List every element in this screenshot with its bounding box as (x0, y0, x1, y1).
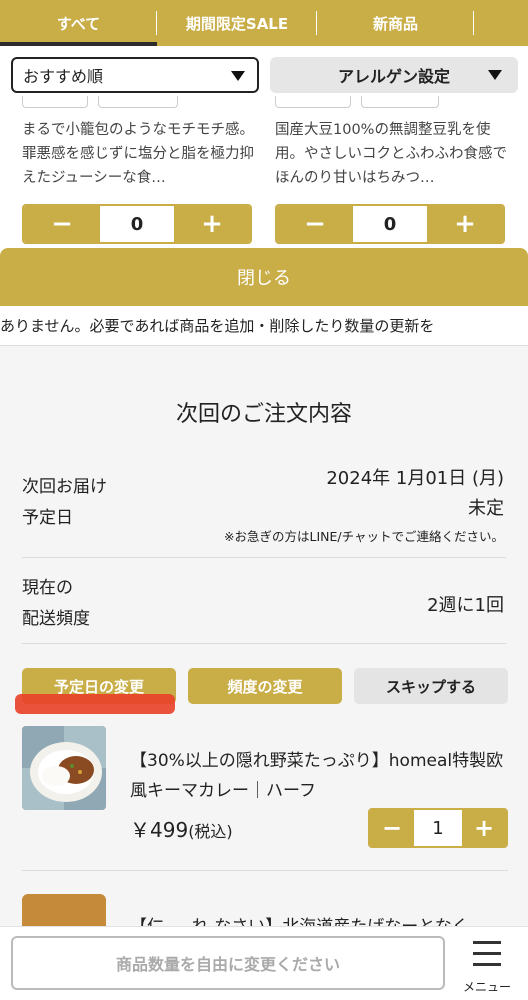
label-line: 次回お届け (22, 477, 107, 497)
notice-text: ありません。必要であれば商品を追加・削除したり数量の更新を (0, 317, 435, 335)
price-value: ￥499 (130, 818, 189, 842)
delivery-date-value: 2024年 1月01日 (月) (326, 468, 504, 489)
caret-down-icon (488, 70, 502, 80)
frequency-value: 2週に1回 (427, 595, 504, 616)
tag-stub (98, 96, 178, 108)
tab-more[interactable] (474, 0, 528, 46)
change-frequency-button[interactable]: 頻度の変更 (188, 668, 342, 704)
tab-label: 新商品 (372, 14, 418, 33)
decrement-button[interactable]: − (277, 206, 353, 242)
item-quantity-stepper: − 1 + (368, 808, 508, 848)
order-item: 【30%以上の隠れ野菜たっぷり】homeal特製欧風キーマカレー｜ハーフ ￥49… (22, 726, 508, 871)
decrement-button[interactable]: − (24, 206, 100, 242)
quantity-value: 1 (414, 810, 462, 846)
menu-button[interactable]: メニュー (456, 935, 518, 995)
product-description: まるで小籠包のようなモチモチ感。罪悪感を感じずに塩分と脂を極力抑えたジューシーな… (22, 122, 254, 186)
label-line: 配送頻度 (22, 609, 90, 629)
quantity-value: 0 (100, 206, 174, 242)
allergen-settings-button[interactable]: アレルゲン設定 (270, 57, 518, 93)
tag-stub (22, 96, 88, 108)
next-order-panel: 次回のご注文内容 次回お届け 予定日 2024年 1月01日 (月) 未定 ※お… (0, 346, 528, 926)
delivery-note: ※お急ぎの方はLINE/チャットでご連絡ください。 (224, 529, 504, 544)
tab-label: すべて (56, 14, 101, 33)
menu-icon (473, 941, 501, 944)
panel-title: 次回のご注文内容 (175, 402, 352, 427)
close-panel-button[interactable]: 閉じる (0, 248, 528, 306)
tab-new-products[interactable]: 新商品 (317, 0, 474, 46)
bottom-bar: 商品数量を自由に変更ください メニュー (0, 926, 528, 1000)
increment-button[interactable]: + (427, 206, 503, 242)
notice-ticker: ありません。必要であれば商品を追加・削除したり数量の更新を (0, 306, 528, 346)
highlight-annotation (15, 694, 175, 714)
tag-stub (275, 96, 351, 108)
quantity-stepper: − 0 + (22, 204, 252, 244)
menu-icon (473, 963, 501, 966)
product-description: 国産大豆100%の無調整豆乳を使用。やさしいコクとふわふわ食感でほんのり甘いはち… (275, 122, 507, 186)
skip-button[interactable]: スキップする (354, 668, 508, 704)
quantity-stepper: − 0 + (275, 204, 505, 244)
sort-select[interactable]: おすすめ順 (11, 57, 259, 93)
frequency-row: 現在の 配送頻度 2週に1回 (22, 558, 506, 644)
product-image (22, 894, 106, 926)
quantity-value: 0 (353, 206, 427, 242)
caret-down-icon (231, 71, 245, 81)
edit-quantity-button[interactable]: 商品数量を自由に変更ください (11, 936, 445, 990)
delivery-date-label: 次回お届け 予定日 (22, 472, 107, 534)
tab-label: 期間限定SALE (185, 14, 289, 33)
allergen-settings-label: アレルゲン設定 (337, 67, 450, 86)
item-price: ￥499(税込) (130, 814, 233, 843)
label-line: 予定日 (22, 508, 73, 528)
item-name-partial: 【仁 ― れ なさい】北海道産たげなーとなく (130, 917, 469, 926)
label-line: 現在の (22, 578, 73, 598)
category-tabs: すべて 期間限定SALE 新商品 (0, 0, 528, 46)
decrement-button[interactable]: − (370, 810, 414, 846)
sort-select-value: おすすめ順 (23, 67, 104, 86)
delivery-status: 未定 (468, 498, 504, 519)
item-name[interactable]: 【仁 ― れ なさい】北海道産たげなーとなく (130, 912, 510, 926)
product-image (22, 726, 106, 810)
tab-limited-sale[interactable]: 期間限定SALE (157, 0, 317, 46)
tab-all[interactable]: すべて (0, 0, 157, 46)
increment-button[interactable]: + (174, 206, 250, 242)
menu-label: メニュー (462, 980, 511, 994)
increment-button[interactable]: + (462, 810, 506, 846)
tax-label: (税込) (188, 822, 233, 841)
menu-icon (473, 952, 501, 955)
close-label: 閉じる (237, 268, 291, 289)
item-name[interactable]: 【30%以上の隠れ野菜たっぷり】homeal特製欧風キーマカレー｜ハーフ (130, 746, 508, 806)
tag-stub (361, 96, 439, 108)
delivery-date-row: 次回お届け 予定日 2024年 1月01日 (月) 未定 ※お急ぎの方はLINE… (22, 454, 506, 558)
frequency-label: 現在の 配送頻度 (22, 573, 90, 635)
